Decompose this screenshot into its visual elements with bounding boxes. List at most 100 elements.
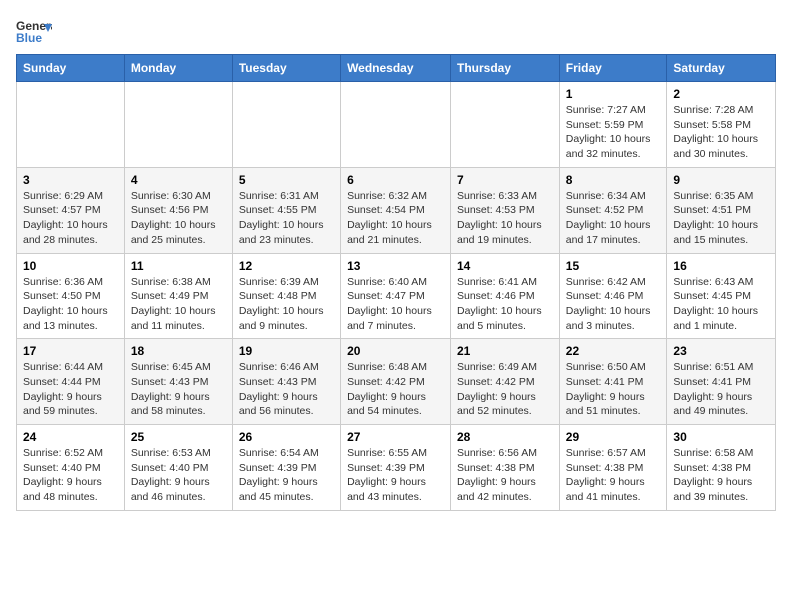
day-info: Sunrise: 7:28 AM Sunset: 5:58 PM Dayligh… <box>673 103 769 162</box>
weekday-wednesday: Wednesday <box>341 55 451 82</box>
calendar-cell: 3 Sunrise: 6:29 AM Sunset: 4:57 PM Daylig… <box>17 167 125 253</box>
weekday-monday: Monday <box>124 55 232 82</box>
day-info: Sunrise: 6:32 AM Sunset: 4:54 PM Dayligh… <box>347 189 444 248</box>
day-info: Sunrise: 6:48 AM Sunset: 4:42 PM Dayligh… <box>347 360 444 419</box>
day-number: 29 <box>566 430 661 444</box>
calendar-cell <box>451 82 560 168</box>
calendar-cell: 2 Sunrise: 7:28 AM Sunset: 5:58 PM Daylig… <box>667 82 776 168</box>
day-number: 14 <box>457 259 553 273</box>
day-info: Sunrise: 6:54 AM Sunset: 4:39 PM Dayligh… <box>239 446 334 505</box>
day-number: 20 <box>347 344 444 358</box>
calendar-cell: 8Sunrise: 6:34 AM Sunset: 4:52 PM Daylig… <box>559 167 667 253</box>
calendar-cell: 6 Sunrise: 6:32 AM Sunset: 4:54 PM Daylig… <box>341 167 451 253</box>
calendar-cell: 9Sunrise: 6:35 AM Sunset: 4:51 PM Daylig… <box>667 167 776 253</box>
day-number: 1 <box>566 87 661 101</box>
logo-icon: General Blue <box>16 16 52 46</box>
calendar-cell: 1 Sunrise: 7:27 AM Sunset: 5:59 PM Daylig… <box>559 82 667 168</box>
week-row-1: 3 Sunrise: 6:29 AM Sunset: 4:57 PM Daylig… <box>17 167 776 253</box>
calendar-cell: 4 Sunrise: 6:30 AM Sunset: 4:56 PM Daylig… <box>124 167 232 253</box>
weekday-header: SundayMondayTuesdayWednesdayThursdayFrid… <box>17 55 776 82</box>
calendar-cell: 13Sunrise: 6:40 AM Sunset: 4:47 PM Dayli… <box>341 253 451 339</box>
calendar-cell: 24Sunrise: 6:52 AM Sunset: 4:40 PM Dayli… <box>17 425 125 511</box>
day-info: Sunrise: 6:39 AM Sunset: 4:48 PM Dayligh… <box>239 275 334 334</box>
day-info: Sunrise: 6:56 AM Sunset: 4:38 PM Dayligh… <box>457 446 553 505</box>
day-info: Sunrise: 6:34 AM Sunset: 4:52 PM Dayligh… <box>566 189 661 248</box>
day-info: Sunrise: 6:45 AM Sunset: 4:43 PM Dayligh… <box>131 360 226 419</box>
day-number: 11 <box>131 259 226 273</box>
day-info: Sunrise: 6:29 AM Sunset: 4:57 PM Dayligh… <box>23 189 118 248</box>
calendar-cell <box>341 82 451 168</box>
calendar-cell: 23 Sunrise: 6:51 AM Sunset: 4:41 PM Dayli… <box>667 339 776 425</box>
calendar-cell: 18 Sunrise: 6:45 AM Sunset: 4:43 PM Dayli… <box>124 339 232 425</box>
day-number: 5 <box>239 173 334 187</box>
calendar-cell: 19 Sunrise: 6:46 AM Sunset: 4:43 PM Dayli… <box>232 339 340 425</box>
calendar-cell: 22Sunrise: 6:50 AM Sunset: 4:41 PM Dayli… <box>559 339 667 425</box>
day-info: Sunrise: 6:44 AM Sunset: 4:44 PM Dayligh… <box>23 360 118 419</box>
week-row-3: 17 Sunrise: 6:44 AM Sunset: 4:44 PM Dayli… <box>17 339 776 425</box>
calendar-cell: 26 Sunrise: 6:54 AM Sunset: 4:39 PM Dayli… <box>232 425 340 511</box>
calendar-cell: 16 Sunrise: 6:43 AM Sunset: 4:45 PM Dayli… <box>667 253 776 339</box>
day-number: 26 <box>239 430 334 444</box>
day-info: Sunrise: 7:27 AM Sunset: 5:59 PM Dayligh… <box>566 103 661 162</box>
calendar-cell: 15 Sunrise: 6:42 AM Sunset: 4:46 PM Dayli… <box>559 253 667 339</box>
day-number: 17 <box>23 344 118 358</box>
calendar-cell: 29Sunrise: 6:57 AM Sunset: 4:38 PM Dayli… <box>559 425 667 511</box>
day-number: 4 <box>131 173 226 187</box>
logo: General Blue <box>16 16 52 46</box>
day-info: Sunrise: 6:52 AM Sunset: 4:40 PM Dayligh… <box>23 446 118 505</box>
day-info: Sunrise: 6:51 AM Sunset: 4:41 PM Dayligh… <box>673 360 769 419</box>
weekday-sunday: Sunday <box>17 55 125 82</box>
day-number: 23 <box>673 344 769 358</box>
day-number: 25 <box>131 430 226 444</box>
calendar-cell: 20 Sunrise: 6:48 AM Sunset: 4:42 PM Dayli… <box>341 339 451 425</box>
day-number: 7 <box>457 173 553 187</box>
day-info: Sunrise: 6:36 AM Sunset: 4:50 PM Dayligh… <box>23 275 118 334</box>
calendar-cell: 21 Sunrise: 6:49 AM Sunset: 4:42 PM Dayli… <box>451 339 560 425</box>
header: General Blue <box>16 16 776 46</box>
day-info: Sunrise: 6:49 AM Sunset: 4:42 PM Dayligh… <box>457 360 553 419</box>
calendar-cell: 30Sunrise: 6:58 AM Sunset: 4:38 PM Dayli… <box>667 425 776 511</box>
calendar-cell: 11Sunrise: 6:38 AM Sunset: 4:49 PM Dayli… <box>124 253 232 339</box>
week-row-2: 10 Sunrise: 6:36 AM Sunset: 4:50 PM Dayli… <box>17 253 776 339</box>
day-number: 28 <box>457 430 553 444</box>
calendar-body: 1 Sunrise: 7:27 AM Sunset: 5:59 PM Daylig… <box>17 82 776 511</box>
day-info: Sunrise: 6:30 AM Sunset: 4:56 PM Dayligh… <box>131 189 226 248</box>
calendar-cell: 10 Sunrise: 6:36 AM Sunset: 4:50 PM Dayli… <box>17 253 125 339</box>
day-number: 6 <box>347 173 444 187</box>
day-number: 15 <box>566 259 661 273</box>
day-info: Sunrise: 6:42 AM Sunset: 4:46 PM Dayligh… <box>566 275 661 334</box>
day-info: Sunrise: 6:43 AM Sunset: 4:45 PM Dayligh… <box>673 275 769 334</box>
day-number: 21 <box>457 344 553 358</box>
day-info: Sunrise: 6:31 AM Sunset: 4:55 PM Dayligh… <box>239 189 334 248</box>
day-number: 30 <box>673 430 769 444</box>
day-number: 3 <box>23 173 118 187</box>
calendar-cell: 27 Sunrise: 6:55 AM Sunset: 4:39 PM Dayli… <box>341 425 451 511</box>
day-info: Sunrise: 6:55 AM Sunset: 4:39 PM Dayligh… <box>347 446 444 505</box>
day-info: Sunrise: 6:40 AM Sunset: 4:47 PM Dayligh… <box>347 275 444 334</box>
day-number: 9 <box>673 173 769 187</box>
calendar: SundayMondayTuesdayWednesdayThursdayFrid… <box>16 54 776 511</box>
day-number: 22 <box>566 344 661 358</box>
weekday-saturday: Saturday <box>667 55 776 82</box>
calendar-cell: 7 Sunrise: 6:33 AM Sunset: 4:53 PM Daylig… <box>451 167 560 253</box>
day-info: Sunrise: 6:41 AM Sunset: 4:46 PM Dayligh… <box>457 275 553 334</box>
svg-text:Blue: Blue <box>16 31 42 45</box>
calendar-cell: 25 Sunrise: 6:53 AM Sunset: 4:40 PM Dayli… <box>124 425 232 511</box>
calendar-cell <box>124 82 232 168</box>
day-number: 18 <box>131 344 226 358</box>
weekday-friday: Friday <box>559 55 667 82</box>
day-info: Sunrise: 6:53 AM Sunset: 4:40 PM Dayligh… <box>131 446 226 505</box>
calendar-cell <box>232 82 340 168</box>
weekday-tuesday: Tuesday <box>232 55 340 82</box>
calendar-cell: 28 Sunrise: 6:56 AM Sunset: 4:38 PM Dayli… <box>451 425 560 511</box>
day-number: 19 <box>239 344 334 358</box>
day-info: Sunrise: 6:46 AM Sunset: 4:43 PM Dayligh… <box>239 360 334 419</box>
day-number: 27 <box>347 430 444 444</box>
week-row-4: 24Sunrise: 6:52 AM Sunset: 4:40 PM Dayli… <box>17 425 776 511</box>
calendar-cell <box>17 82 125 168</box>
day-number: 16 <box>673 259 769 273</box>
week-row-0: 1 Sunrise: 7:27 AM Sunset: 5:59 PM Daylig… <box>17 82 776 168</box>
day-info: Sunrise: 6:33 AM Sunset: 4:53 PM Dayligh… <box>457 189 553 248</box>
day-number: 10 <box>23 259 118 273</box>
day-number: 2 <box>673 87 769 101</box>
